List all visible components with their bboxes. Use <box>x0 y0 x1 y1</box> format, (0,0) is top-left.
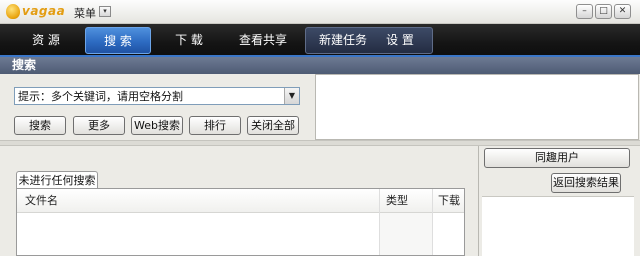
column-header-filename[interactable]: 文件名 <box>25 189 58 213</box>
tab-download[interactable]: 下 载 <box>156 27 222 54</box>
close-all-button[interactable]: 关闭全部 <box>247 116 299 135</box>
column-header-type[interactable]: 类型 <box>386 189 408 213</box>
results-table: 文件名 类型 下载 <box>16 188 465 256</box>
tab-search[interactable]: 搜 索 <box>85 27 151 54</box>
tab-view-share[interactable]: 查看共享 <box>230 27 296 54</box>
tab-no-search[interactable]: 未进行任何搜索 <box>16 171 98 189</box>
web-search-button[interactable]: Web搜索 <box>131 116 183 135</box>
search-info-panel <box>315 74 639 140</box>
column-separator <box>432 189 433 255</box>
type-column-background <box>380 213 432 255</box>
tab-new-task[interactable]: 新建任务 <box>312 27 374 54</box>
title-bar: vagaa 菜单 ▾ – □ ✕ <box>0 0 640 24</box>
main-tab-bar: 资 源 搜 索 下 载 查看共享 新建任务 设 置 <box>0 24 640 57</box>
logo-text: vagaa <box>22 4 66 18</box>
section-title: 搜索 <box>0 57 640 74</box>
tab-settings[interactable]: 设 置 <box>374 27 426 54</box>
dropdown-arrow-icon[interactable]: ▼ <box>284 88 299 104</box>
results-table-header: 文件名 类型 下载 <box>17 189 464 213</box>
column-header-download[interactable]: 下载 <box>438 189 460 213</box>
menu-label[interactable]: 菜单 <box>74 5 96 21</box>
column-separator <box>379 189 380 255</box>
close-icon[interactable]: ✕ <box>614 4 631 19</box>
search-button[interactable]: 搜索 <box>14 116 66 135</box>
back-to-results-button[interactable]: 返回搜索结果 <box>551 173 621 193</box>
users-list <box>482 196 634 256</box>
search-keyword-hint: 提示：多个关键词，请用空格分割 <box>18 90 183 103</box>
menu-dropdown-icon[interactable]: ▾ <box>99 6 111 17</box>
tab-resources[interactable]: 资 源 <box>15 27 77 54</box>
same-interest-users-button[interactable]: 同趣用户 <box>484 148 630 168</box>
search-keyword-combobox[interactable]: 提示：多个关键词，请用空格分割 ▼ <box>14 87 300 105</box>
app-logo: vagaa <box>6 3 65 21</box>
minimize-icon[interactable]: – <box>576 4 593 19</box>
rank-button[interactable]: 排行 <box>189 116 241 135</box>
maximize-icon[interactable]: □ <box>595 4 612 19</box>
lightbulb-icon <box>6 4 20 19</box>
more-button[interactable]: 更多 <box>73 116 125 135</box>
